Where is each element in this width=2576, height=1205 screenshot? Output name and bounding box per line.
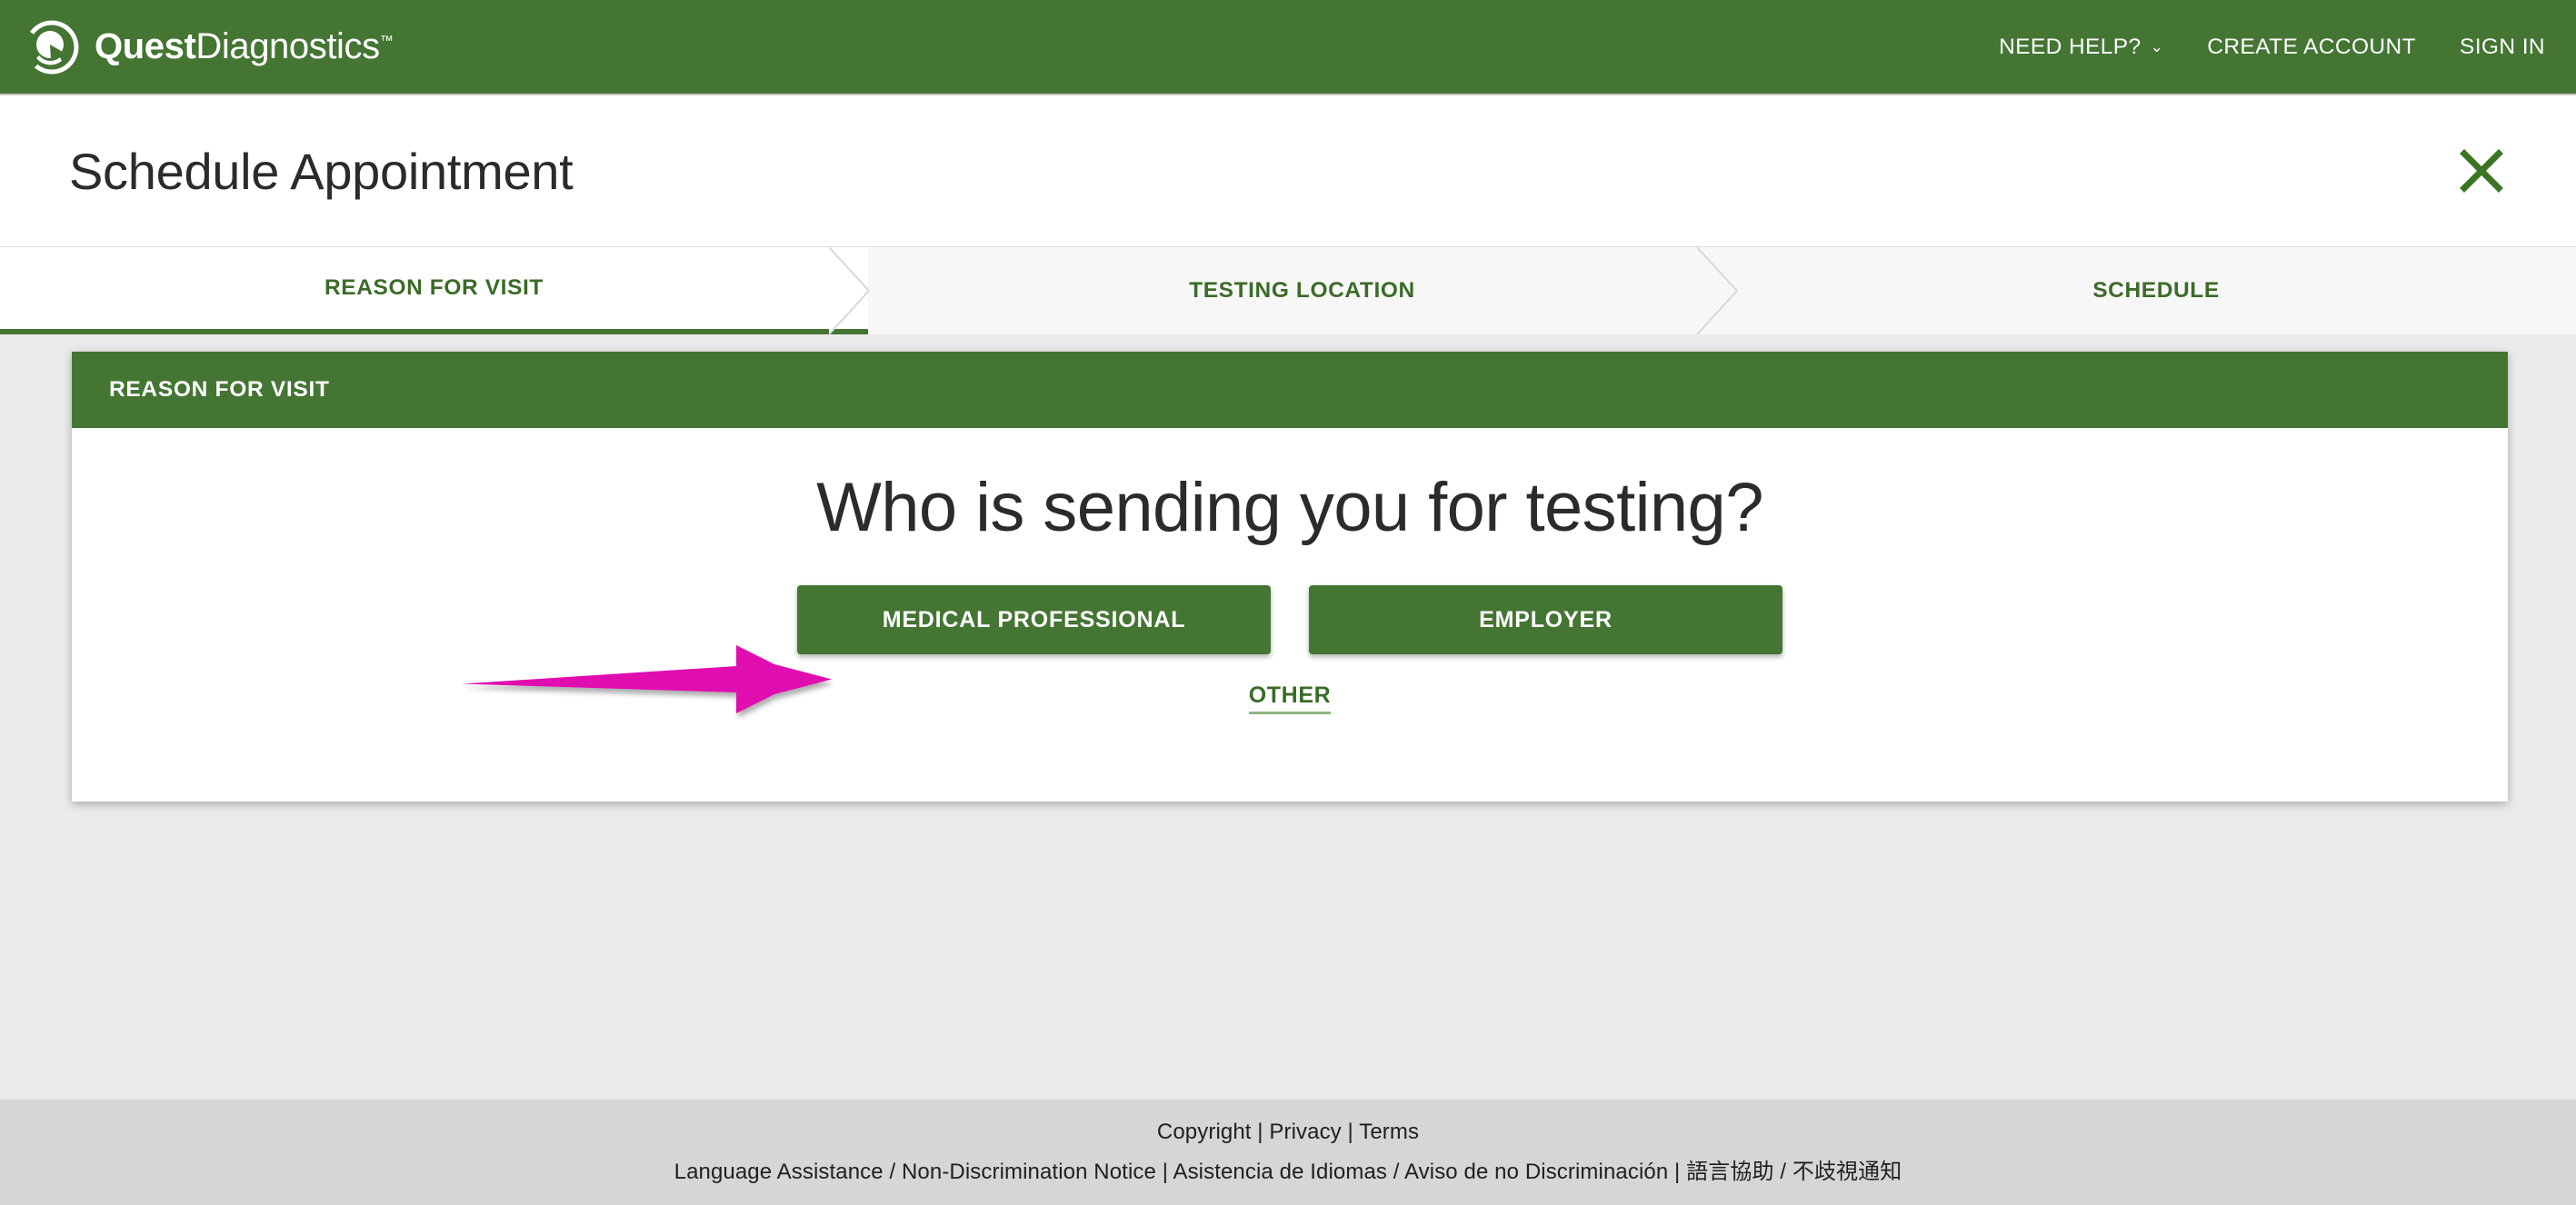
nav-sign-in[interactable]: SIGN IN <box>2460 35 2545 60</box>
nav-need-help-label: NEED HELP? <box>1999 34 2142 59</box>
employer-button[interactable]: EMPLOYER <box>1309 585 1782 654</box>
close-button[interactable] <box>2449 138 2514 204</box>
tab-reason-for-visit-label: REASON FOR VISIT <box>324 275 544 300</box>
tab-schedule-label: SCHEDULE <box>2092 278 2220 303</box>
site-footer: Copyright | Privacy | Terms Language Ass… <box>0 1100 2576 1205</box>
choice-button-row: MEDICAL PROFESSIONAL EMPLOYER <box>797 585 1782 654</box>
medical-professional-button[interactable]: MEDICAL PROFESSIONAL <box>797 585 1271 654</box>
nav-need-help[interactable]: NEED HELP? ⌄ <box>1999 35 2163 60</box>
app-page: QuestDiagnostics™ NEED HELP? ⌄ CREATE AC… <box>0 0 2576 1205</box>
quest-diagnostics-logo-icon <box>24 19 80 75</box>
tab-separator-chevron-icon <box>829 247 869 334</box>
page-titlebar: Schedule Appointment <box>0 95 2576 247</box>
card-body: Who is sending you for testing? MEDICAL … <box>72 428 2508 802</box>
other-link[interactable]: OTHER <box>1248 682 1332 714</box>
header-navigation: NEED HELP? ⌄ CREATE ACCOUNT SIGN IN <box>1999 35 2545 60</box>
tab-reason-for-visit[interactable]: REASON FOR VISIT <box>0 247 869 334</box>
footer-legal-links[interactable]: Copyright | Privacy | Terms <box>1157 1120 1419 1145</box>
site-header: QuestDiagnostics™ NEED HELP? ⌄ CREATE AC… <box>0 0 2576 95</box>
tab-schedule[interactable]: SCHEDULE <box>1736 247 2576 334</box>
step-tabs: REASON FOR VISIT TESTING LOCATION SCHEDU… <box>0 247 2576 334</box>
footer-language-links[interactable]: Language Assistance / Non-Discrimination… <box>674 1153 1902 1185</box>
close-x-icon <box>2460 149 2503 193</box>
reason-for-visit-card: REASON FOR VISIT Who is sending you for … <box>72 352 2508 802</box>
nav-create-account[interactable]: CREATE ACCOUNT <box>2207 35 2416 60</box>
nav-create-account-label: CREATE ACCOUNT <box>2207 34 2416 59</box>
nav-sign-in-label: SIGN IN <box>2459 34 2545 59</box>
tab-separator-chevron-icon <box>1697 247 1737 334</box>
tab-testing-location[interactable]: TESTING LOCATION <box>868 247 1737 334</box>
brand-wordmark: QuestDiagnostics™ <box>95 26 394 67</box>
brand-name-bold: Quest <box>95 26 196 66</box>
page-title: Schedule Appointment <box>69 142 574 200</box>
question-heading: Who is sending you for testing? <box>816 469 1763 546</box>
brand-trademark: ™ <box>379 33 394 49</box>
tab-testing-location-label: TESTING LOCATION <box>1189 278 1415 303</box>
card-header: REASON FOR VISIT <box>72 352 2508 428</box>
card-header-label: REASON FOR VISIT <box>109 377 330 402</box>
brand-name-light: Diagnostics <box>195 26 380 66</box>
chevron-down-icon: ⌄ <box>2150 38 2164 55</box>
brand-logo[interactable]: QuestDiagnostics™ <box>24 19 394 75</box>
